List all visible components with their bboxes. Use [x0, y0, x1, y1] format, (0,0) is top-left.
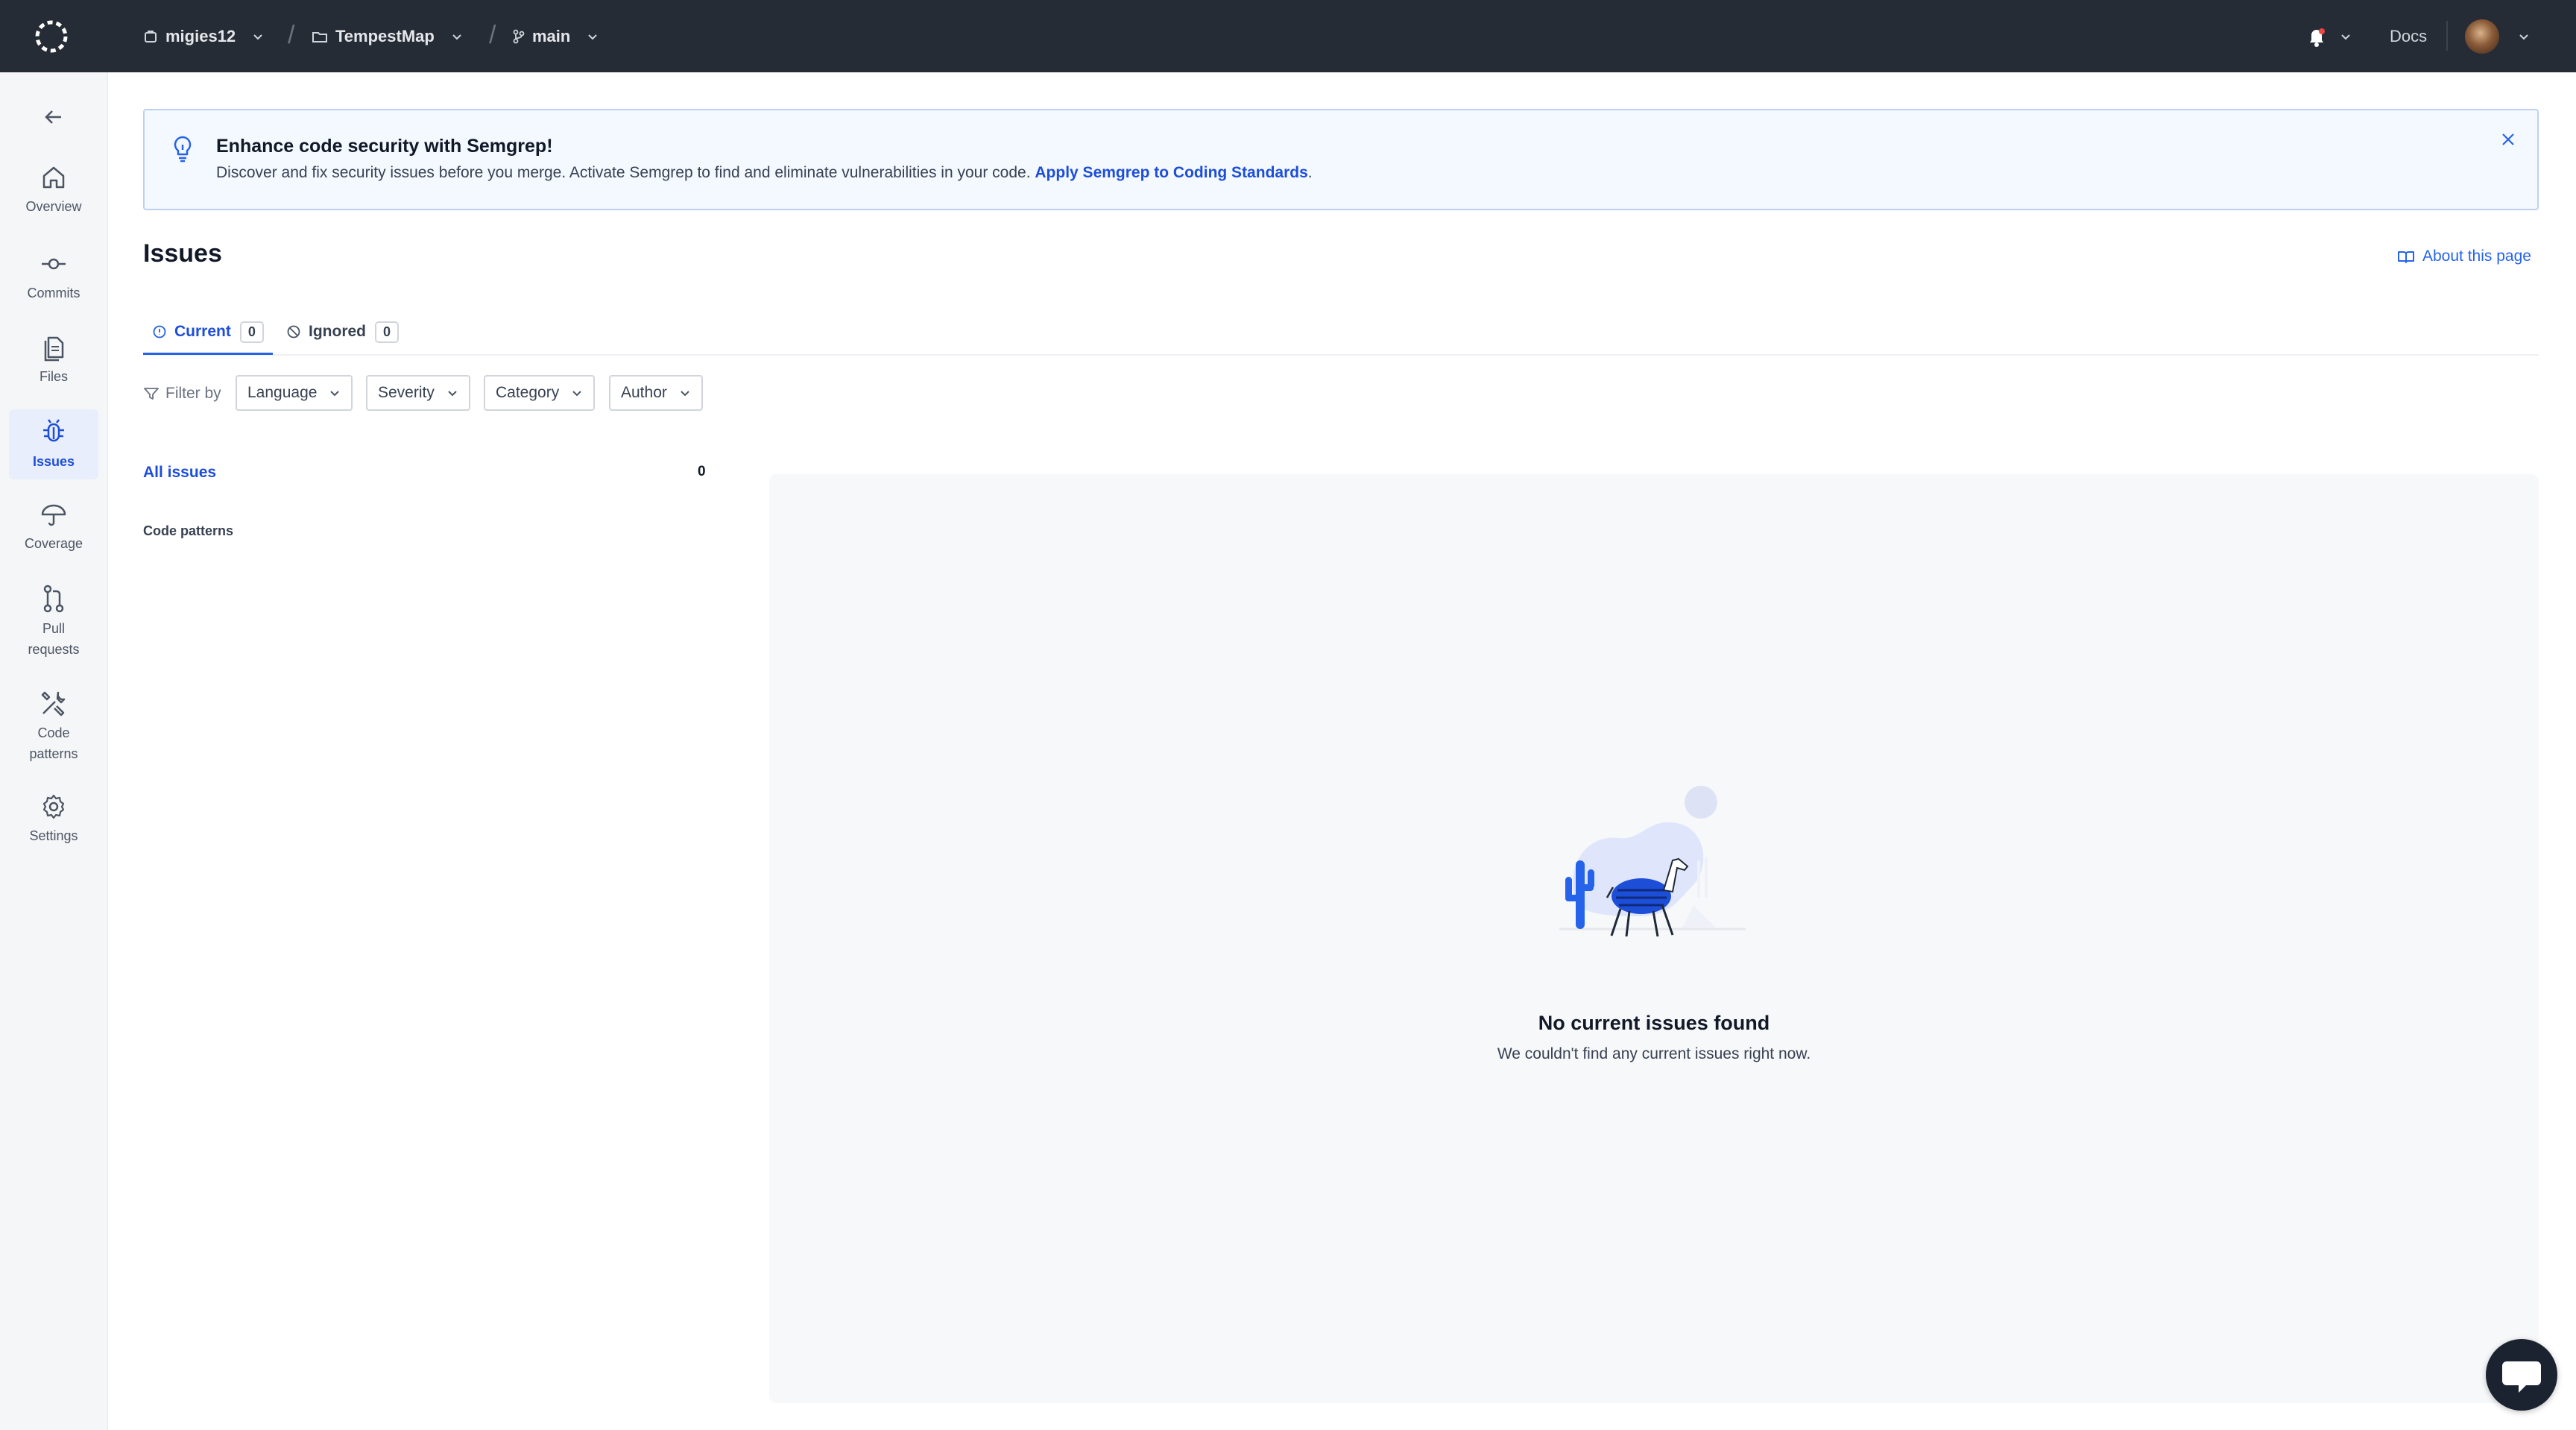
- bell-icon: [2310, 28, 2350, 47]
- category-filter-dropdown[interactable]: Category: [484, 375, 596, 411]
- chevron-down-icon: [452, 34, 461, 40]
- sidebar-item-commits[interactable]: Commits: [9, 250, 98, 303]
- sidebar-item-code-patterns[interactable]: Code patterns: [9, 688, 98, 764]
- dropdown-label: Category: [496, 384, 560, 401]
- issues-list-panel: No current issues found We couldn't find…: [769, 474, 2539, 1403]
- tab-ignored[interactable]: Ignored 0: [286, 311, 400, 353]
- empty-state-illustration-icon: [1559, 786, 1746, 937]
- chevron-down-icon: [330, 391, 340, 397]
- banner-link-suffix: .: [1307, 164, 1313, 181]
- building-icon: [145, 30, 157, 42]
- sidebar-item-label: Overview: [25, 199, 82, 214]
- umbrella-icon: [41, 504, 66, 526]
- dropdown-label: Severity: [378, 384, 435, 401]
- banner-text: Discover and fix security issues before …: [216, 164, 1313, 182]
- tab-label: Ignored: [309, 323, 366, 340]
- sidebar-item-label: Code patterns: [29, 725, 78, 761]
- about-this-page-link[interactable]: About this page: [2397, 248, 2531, 265]
- sidebar-item-label: Files: [39, 369, 68, 384]
- filter-icon: [144, 388, 159, 400]
- avatar[interactable]: [2465, 19, 2499, 54]
- tab-count: 0: [239, 321, 264, 343]
- page-title: Issues: [143, 239, 222, 268]
- chevron-down-icon: [572, 391, 581, 397]
- chat-bubble-icon: [2502, 1361, 2541, 1393]
- tab-current[interactable]: Current 0: [143, 311, 273, 355]
- branch-name: main: [532, 26, 571, 45]
- sidebar-item-label: Coverage: [24, 536, 83, 551]
- author-filter-dropdown[interactable]: Author: [609, 375, 703, 411]
- filter-by-label: Filter by: [143, 382, 221, 406]
- bug-icon: [43, 419, 64, 442]
- book-icon: [2398, 251, 2414, 263]
- sidebar-item-issues[interactable]: Issues: [9, 409, 98, 479]
- empty-state-text: We couldn't find any current issues righ…: [1497, 1045, 1811, 1062]
- chevron-down-icon: [588, 34, 598, 40]
- code-patterns-category[interactable]: Code patterns: [143, 523, 233, 539]
- repo-selector[interactable]: TempestMap: [312, 0, 470, 72]
- all-issues-count: 0: [698, 464, 706, 479]
- sidebar: Overview Commits Files Issues Coverage P…: [0, 72, 108, 1430]
- chevron-down-icon: [681, 391, 689, 397]
- all-issues-link[interactable]: All issues: [143, 464, 216, 482]
- semgrep-promo-banner: Enhance code security with Semgrep! Disc…: [143, 109, 2539, 210]
- branch-selector[interactable]: main: [513, 0, 606, 72]
- sidebar-item-coverage[interactable]: Coverage: [9, 500, 98, 554]
- sidebar-item-pull-requests[interactable]: Pull requests: [9, 584, 98, 660]
- collapse-arrow-icon[interactable]: [43, 108, 64, 126]
- chevron-down-icon[interactable]: [2518, 31, 2530, 42]
- apply-semgrep-link[interactable]: Apply Semgrep to Coding Standards: [1035, 164, 1307, 181]
- sidebar-item-label: Pull requests: [28, 621, 80, 657]
- dropdown-label: Language: [247, 384, 318, 401]
- chevron-down-icon: [448, 391, 457, 397]
- close-icon[interactable]: [2500, 131, 2516, 148]
- filter-label-text: Filter by: [165, 385, 221, 402]
- banner-title: Enhance code security with Semgrep!: [216, 136, 553, 157]
- sidebar-item-files[interactable]: Files: [9, 332, 98, 387]
- tab-label: Current: [174, 323, 231, 340]
- sidebar-item-label: Commits: [27, 286, 80, 300]
- severity-filter-dropdown[interactable]: Severity: [366, 375, 470, 411]
- tools-icon: [41, 691, 66, 716]
- ban-icon: [287, 325, 300, 338]
- chevron-down-icon: [253, 34, 262, 40]
- breadcrumb-separator: /: [288, 21, 295, 49]
- top-navigation-bar: migies12 / TempestMap / main Docs: [0, 0, 2576, 72]
- org-name: migies12: [165, 26, 236, 45]
- issue-tabs: Current 0 Ignored 0: [143, 311, 2539, 356]
- info-circle-icon: [153, 325, 166, 338]
- sidebar-item-overview[interactable]: Overview: [9, 163, 98, 217]
- tab-count: 0: [375, 321, 400, 343]
- branch-icon: [513, 29, 525, 43]
- sidebar-item-label: Issues: [32, 454, 75, 469]
- commit-icon: [42, 258, 66, 270]
- about-link-label: About this page: [2422, 248, 2531, 265]
- dropdown-label: Author: [621, 384, 667, 401]
- lightbulb-icon: [174, 136, 192, 163]
- repo-name: TempestMap: [335, 26, 435, 45]
- gear-icon: [42, 794, 65, 819]
- divider: [2446, 21, 2448, 51]
- docs-link[interactable]: Docs: [2390, 0, 2427, 72]
- banner-description: Discover and fix security issues before …: [216, 164, 1031, 181]
- home-icon: [42, 166, 65, 189]
- folder-icon: [312, 31, 327, 42]
- breadcrumb-separator: /: [489, 21, 496, 49]
- language-filter-dropdown[interactable]: Language: [236, 375, 353, 411]
- pull-request-icon: [43, 585, 64, 613]
- sidebar-item-settings[interactable]: Settings: [9, 793, 98, 846]
- notifications-menu[interactable]: [2305, 25, 2358, 54]
- app-logo-icon[interactable]: [33, 18, 70, 55]
- chat-support-button[interactable]: [2486, 1339, 2557, 1411]
- org-selector[interactable]: migies12: [143, 0, 271, 72]
- files-icon: [44, 336, 64, 362]
- empty-state-title: No current issues found: [1538, 1012, 1770, 1034]
- sidebar-item-label: Settings: [29, 828, 78, 843]
